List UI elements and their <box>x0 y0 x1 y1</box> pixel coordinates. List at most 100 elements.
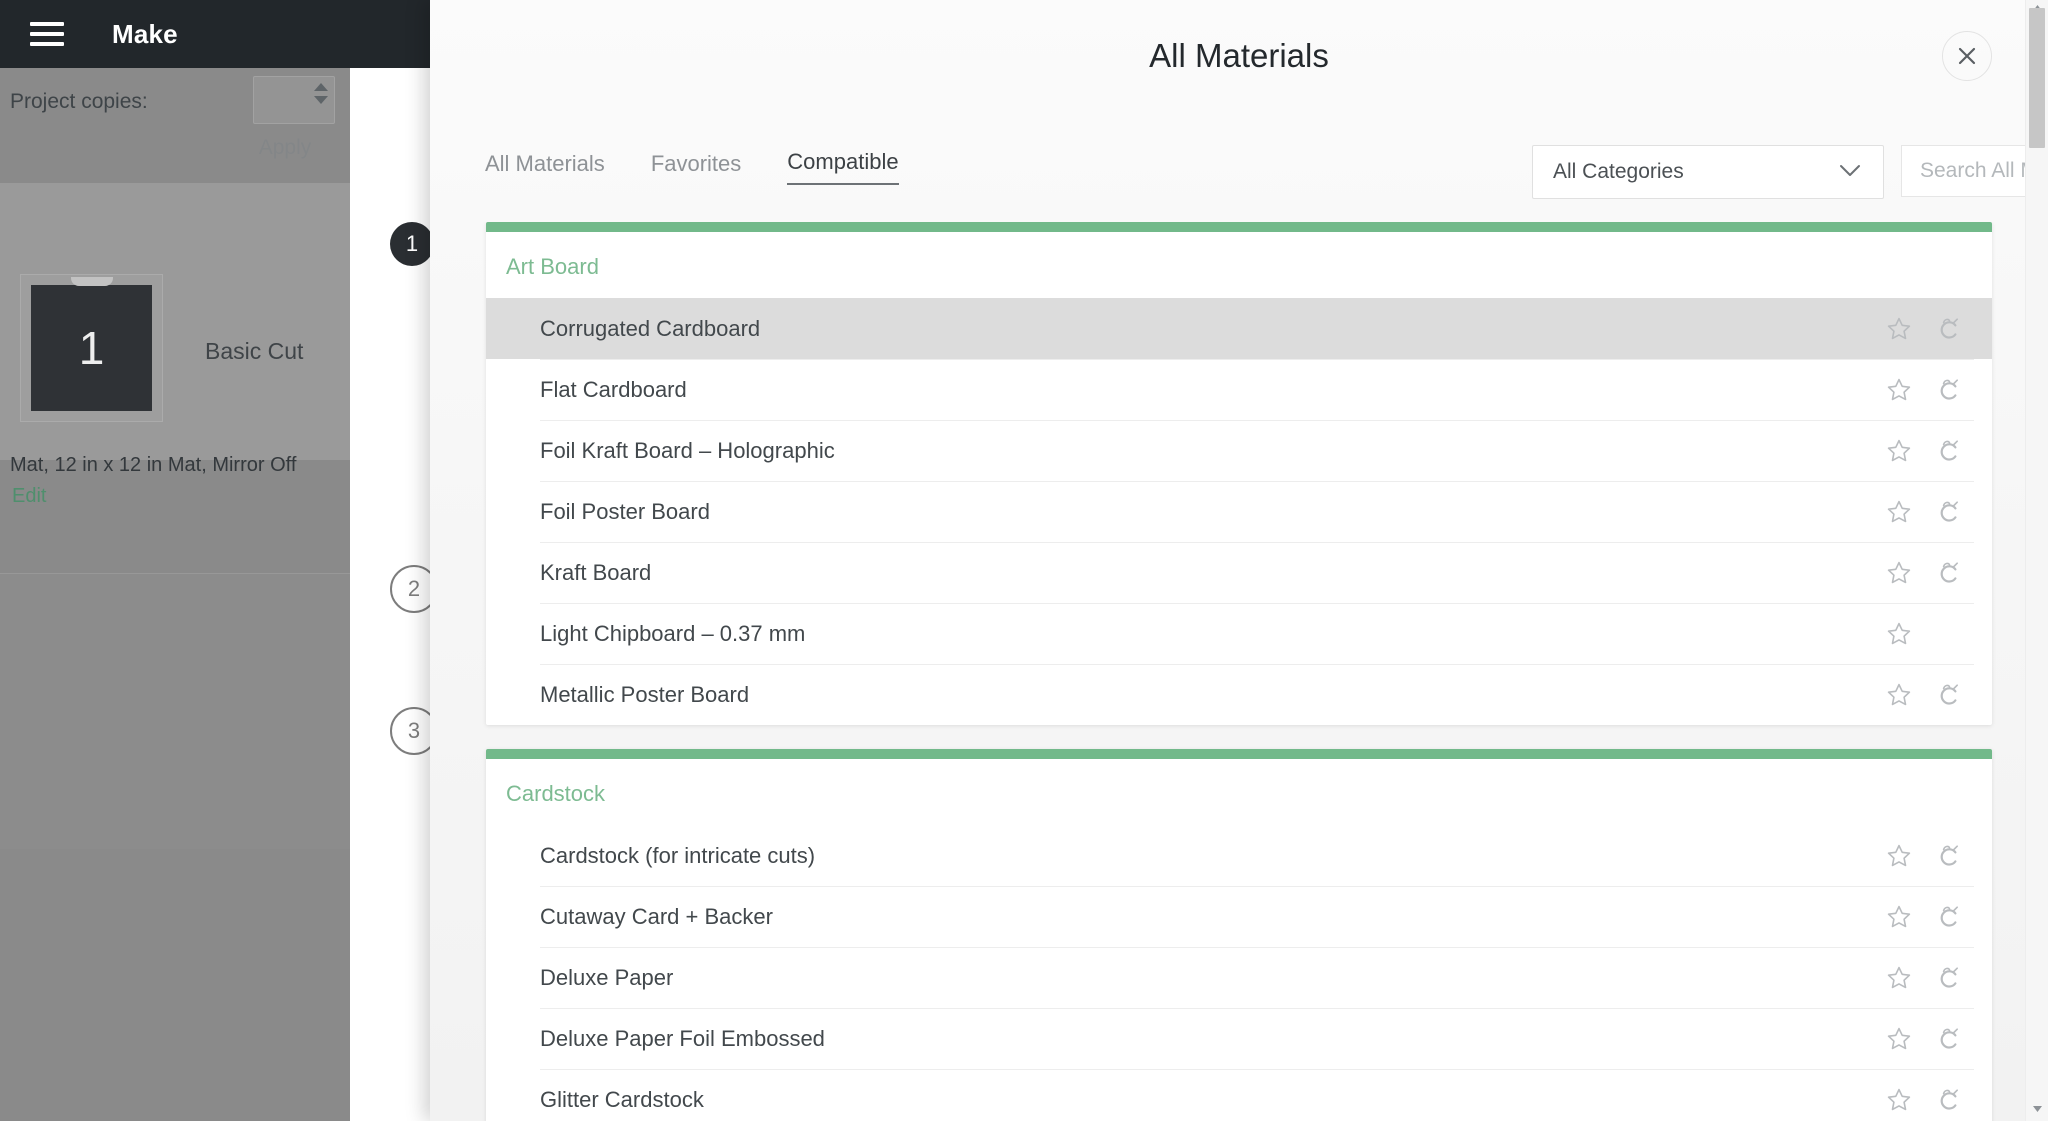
star-icon[interactable] <box>1884 619 1914 649</box>
modal-controls-row: All Materials Favorites Compatible All Cat… <box>430 145 2048 207</box>
mat-list-item-2[interactable] <box>0 573 350 849</box>
material-tabs: All Materials Favorites Compatible <box>485 149 899 185</box>
star-icon[interactable] <box>1884 841 1914 871</box>
material-row[interactable]: Flat Cardboard <box>486 359 1992 420</box>
material-name: Metallic Poster Board <box>540 681 750 707</box>
material-row[interactable]: Metallic Poster Board <box>486 664 1992 725</box>
project-copies-block: Project copies: Apply <box>0 68 350 184</box>
material-row[interactable]: Corrugated Cardboard <box>486 298 1992 359</box>
project-copies-label: Project copies: <box>10 90 148 113</box>
star-icon[interactable] <box>1884 436 1914 466</box>
material-group: Cardstock Cardstock (for intricate cuts) C… <box>486 749 1992 1121</box>
material-name: Flat Cardboard <box>540 376 687 402</box>
material-name: Corrugated Cardboard <box>540 315 761 341</box>
material-name: Kraft Board <box>540 559 652 585</box>
row-icon-group <box>1872 314 1974 344</box>
star-icon[interactable] <box>1884 680 1914 710</box>
material-name: Foil Poster Board <box>540 498 710 524</box>
material-name: Cutaway Card + Backer <box>540 903 773 929</box>
cricut-c-icon[interactable] <box>1934 1085 1964 1115</box>
mat-number: 1 <box>31 285 152 411</box>
material-row[interactable]: Foil Kraft Board – Holographic <box>486 420 1992 481</box>
row-icon-group <box>1872 497 1974 527</box>
row-icon-group <box>1872 902 1974 932</box>
cricut-c-icon[interactable] <box>1934 841 1964 871</box>
mat-badge-1[interactable]: 1 <box>390 222 434 266</box>
icon-placeholder <box>1934 619 1964 649</box>
project-copies-stepper[interactable] <box>253 76 335 124</box>
cricut-c-icon[interactable] <box>1934 436 1964 466</box>
cricut-c-icon[interactable] <box>1934 1024 1964 1054</box>
material-group: Art Board Corrugated Cardboard Flat Cardbo… <box>486 222 1992 725</box>
material-row[interactable]: Cutaway Card + Backer <box>486 886 1992 947</box>
row-icon-group <box>1872 619 1974 649</box>
star-icon[interactable] <box>1884 497 1914 527</box>
group-accent-bar <box>486 222 1992 232</box>
material-name: Deluxe Paper Foil Embossed <box>540 1025 825 1051</box>
row-icon-group <box>1872 436 1974 466</box>
row-icon-group <box>1872 680 1974 710</box>
cricut-c-icon[interactable] <box>1934 314 1964 344</box>
material-name: Glitter Cardstock <box>540 1086 704 1112</box>
material-name: Cardstock (for intricate cuts) <box>540 842 816 868</box>
material-row[interactable]: Cardstock (for intricate cuts) <box>486 825 1992 886</box>
row-icon-group <box>1872 375 1974 405</box>
mat-thumbnail[interactable]: 1 <box>20 274 163 422</box>
star-icon[interactable] <box>1884 902 1914 932</box>
materials-list[interactable]: Art Board Corrugated Cardboard Flat Cardbo… <box>430 222 2048 1121</box>
mat-edit-link[interactable]: Edit <box>12 485 46 508</box>
star-icon[interactable] <box>1884 1085 1914 1115</box>
material-row[interactable]: Deluxe Paper Foil Embossed <box>486 1008 1992 1069</box>
caret-up-icon[interactable] <box>314 83 328 91</box>
group-name: Art Board <box>506 254 599 279</box>
mat-thumbnail-tab <box>70 277 113 286</box>
star-icon[interactable] <box>1884 963 1914 993</box>
cricut-c-icon[interactable] <box>1934 680 1964 710</box>
star-icon[interactable] <box>1884 314 1914 344</box>
row-icon-group <box>1872 841 1974 871</box>
material-row[interactable]: Light Chipboard – 0.37 mm <box>486 603 1992 664</box>
hamburger-icon[interactable] <box>30 22 64 46</box>
stepper-arrows[interactable] <box>314 83 328 104</box>
caret-down-icon[interactable] <box>314 96 328 104</box>
material-name: Light Chipboard – 0.37 mm <box>540 620 806 646</box>
row-icon-group <box>1872 1024 1974 1054</box>
cricut-c-icon[interactable] <box>1934 963 1964 993</box>
all-materials-modal: All Materials All Materials Favorites Comp… <box>430 0 2048 1121</box>
apply-button[interactable]: Apply <box>230 130 340 166</box>
material-name: Foil Kraft Board – Holographic <box>540 437 835 463</box>
material-row[interactable]: Glitter Cardstock <box>486 1069 1992 1121</box>
cricut-c-icon[interactable] <box>1934 497 1964 527</box>
row-icon-group <box>1872 963 1974 993</box>
category-filter-select[interactable]: All Categories <box>1532 145 1884 199</box>
mat-type-label: Basic Cut <box>205 338 304 364</box>
row-icon-group <box>1872 1085 1974 1115</box>
cricut-c-icon[interactable] <box>1934 375 1964 405</box>
modal-title: All Materials <box>1149 37 1329 74</box>
category-filter-value: All Categories <box>1553 160 1684 183</box>
material-row[interactable]: Kraft Board <box>486 542 1992 603</box>
group-name: Cardstock <box>506 781 606 806</box>
mat-list-item-1[interactable]: 1 <box>0 184 350 460</box>
left-panel: Project copies: Apply 1 Basic Cut Mat, 1… <box>0 68 350 1121</box>
cricut-c-icon[interactable] <box>1934 902 1964 932</box>
group-accent-bar <box>486 749 1992 759</box>
scrollbar-thumb[interactable] <box>2029 8 2045 148</box>
tab-compatible[interactable]: Compatible <box>787 149 899 185</box>
caret-down-icon[interactable] <box>2026 1101 2048 1117</box>
app-title: Make <box>112 18 178 49</box>
tab-favorites[interactable]: Favorites <box>651 151 741 185</box>
chevron-down-icon <box>1839 164 1861 183</box>
material-name: Deluxe Paper <box>540 964 674 990</box>
modal-scrollbar[interactable] <box>2025 0 2048 1121</box>
star-icon[interactable] <box>1884 1024 1914 1054</box>
material-row[interactable]: Foil Poster Board <box>486 481 1992 542</box>
mat-description: Mat, 12 in x 12 in Mat, Mirror Off <box>10 454 297 476</box>
tab-all-materials[interactable]: All Materials <box>485 151 605 185</box>
cricut-c-icon[interactable] <box>1934 558 1964 588</box>
material-row[interactable]: Deluxe Paper <box>486 947 1992 1008</box>
close-icon[interactable] <box>1942 31 1992 81</box>
star-icon[interactable] <box>1884 375 1914 405</box>
star-icon[interactable] <box>1884 558 1914 588</box>
row-icon-group <box>1872 558 1974 588</box>
